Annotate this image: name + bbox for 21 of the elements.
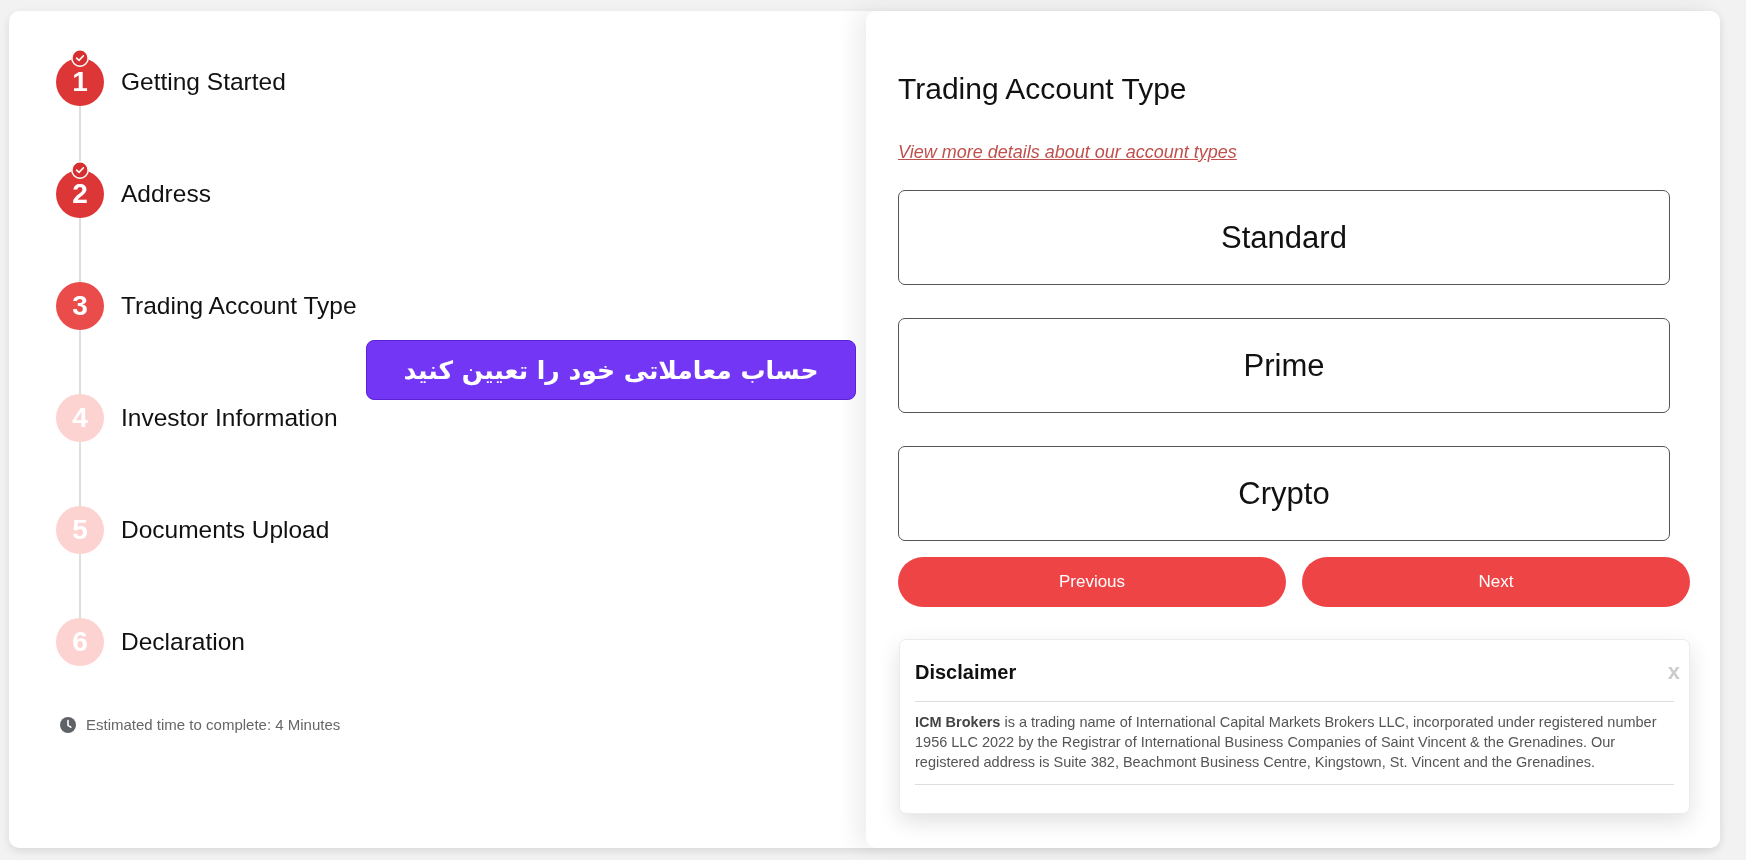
estimate-text: Estimated time to complete: 4 Minutes: [86, 716, 341, 733]
step-label: Trading Account Type: [121, 291, 357, 321]
disclaimer-text: ICM Brokers is a trading name of International Capital Markets Brokers LLC, incorporated under registered number 1956 LLC 2022 by the Registrar of International Business Companies of Saint Vincent & the Grenadines. Our registered address is Suite 382, Beachmont Business Centre, Kingstown, St. Vincent and the Grenadines.: [915, 713, 1658, 772]
step-label: Address: [121, 179, 211, 209]
details-link[interactable]: View more details about our account types: [898, 141, 1237, 163]
account-type-option[interactable]: Prime: [898, 318, 1670, 413]
clock-icon: [60, 716, 76, 733]
disclaimer-title: Disclaimer: [915, 660, 1017, 684]
step-label: Getting Started: [121, 67, 286, 97]
step-label: Documents Upload: [121, 515, 330, 545]
next-button[interactable]: Next: [1302, 557, 1690, 607]
account-type-option[interactable]: Standard: [898, 190, 1670, 285]
callout-label: حساب معاملاتی خود را تعیین کنید: [366, 340, 856, 400]
step-number: 3: [56, 282, 104, 330]
step-number: 2: [56, 170, 104, 218]
step-number: 1: [56, 58, 104, 106]
account-type-option[interactable]: Crypto: [898, 446, 1670, 541]
previous-button[interactable]: Previous: [898, 557, 1286, 607]
step-label: Investor Information: [121, 403, 338, 433]
form-title: Trading Account Type: [898, 71, 1188, 107]
step-label: Declaration: [121, 627, 245, 657]
